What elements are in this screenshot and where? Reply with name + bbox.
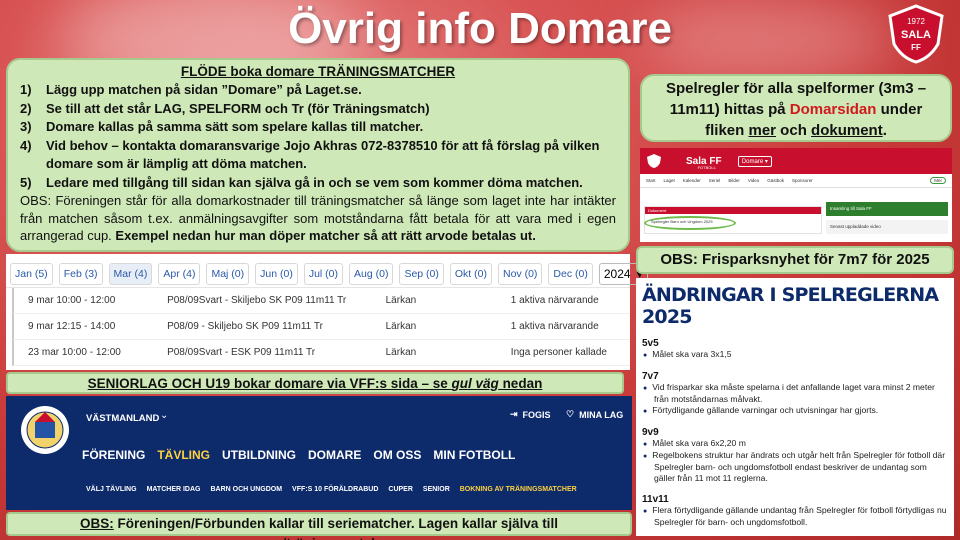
rules-note: Spelregler för alla spelformer (3m3 – 11…	[640, 74, 952, 142]
tab-mar[interactable]: Mar (4)	[108, 262, 153, 285]
vff-crest-icon	[21, 406, 69, 454]
changes-section: 11v11 Flera förtydligande gällande undan…	[642, 494, 948, 528]
tab-jul[interactable]: Jul (0)	[303, 262, 344, 285]
sub-valj-tavling[interactable]: VÄLJ TÄVLING	[86, 486, 137, 493]
flow-step: 1) Lägg upp matchen på sidan ”Domare” på …	[20, 82, 362, 97]
tab-apr[interactable]: Apr (4)	[158, 262, 201, 285]
domare-dropdown[interactable]: Domare ▾	[737, 155, 772, 167]
nav-laget[interactable]: Laget	[664, 178, 675, 183]
sala-nav: Start Laget Kalender Seriel Bilder Video…	[640, 174, 952, 188]
page-title: Övrig info Domare	[288, 4, 672, 53]
sub-bokning[interactable]: BOKNING AV TRÄNINGSMATCHER	[460, 486, 577, 493]
table-row[interactable]: 23 mar 10:00 - 12:00 P08/09Svart - ESK P…	[12, 340, 630, 366]
mer-button[interactable]: Mer	[930, 177, 946, 184]
nav-bilder[interactable]: Bilder	[728, 178, 740, 183]
rule-changes-panel: ÄNDRINGAR I SPELREGLERNA 2025 5v5 Målet …	[636, 278, 954, 536]
flow-step: 3) Domare kallas på samma sätt som spelar…	[20, 119, 424, 134]
nav-sponsorer[interactable]: Sponsorer	[792, 178, 813, 183]
nav-domare[interactable]: DOMARE	[308, 448, 361, 462]
svg-text:SALA: SALA	[901, 29, 931, 41]
nav-gastbok[interactable]: Gästbok	[767, 178, 784, 183]
tab-aug[interactable]: Aug (0)	[349, 262, 394, 285]
table-row[interactable]: 9 mar 12:15 - 14:00 P08/09 - Skiljebo SK…	[12, 314, 630, 340]
senior-note: SENIORLAG OCH U19 bokar domare via VFF:s…	[6, 372, 624, 394]
nav-min-fotboll[interactable]: MIN FOTBOLL	[433, 448, 515, 462]
tab-feb[interactable]: Feb (3)	[58, 262, 103, 285]
vff-screenshot: VÄSTMANLAND ⌄ ⇥ FOGIS ♡ MINA LAG FÖRENING …	[6, 396, 632, 510]
table-row[interactable]: 9 mar 10:00 - 12:00 P08/09Svart - Skilje…	[12, 288, 630, 314]
tab-dec[interactable]: Dec (0)	[548, 262, 593, 285]
flow-step: 2) Se till att det står LAG, SPELFORM och…	[20, 100, 430, 116]
changes-section: 9v9 Målet ska vara 6x2,20 mRegelbokens s…	[642, 427, 948, 484]
tab-nov[interactable]: Nov (0)	[497, 262, 543, 285]
sala-ff-logo: 1972 SALA FF	[888, 4, 944, 64]
heart-icon: ♡	[566, 409, 575, 419]
flow-heading: FLÖDE boka domare TRÄNINGSMATCHER	[180, 64, 456, 79]
nav-om-oss[interactable]: OM OSS	[373, 448, 421, 462]
nav-tavling[interactable]: TÄVLING	[157, 448, 210, 462]
nav-kalender[interactable]: Kalender	[683, 178, 701, 183]
nav-video[interactable]: Video	[748, 178, 759, 183]
changes-section: 5v5 Målet ska vara 3x1,5	[642, 338, 948, 361]
sub-matcher-idag[interactable]: MATCHER IDAG	[147, 486, 201, 493]
calendar-screenshot: Jan (5) Feb (3) Mar (4) Apr (4) Maj (0) …	[6, 254, 648, 370]
flow-obs: OBS: Föreningen står för alla domarkostn…	[20, 193, 616, 243]
month-tabs: Jan (5) Feb (3) Mar (4) Apr (4) Maj (0) …	[6, 254, 648, 288]
sala-ff-logo-icon	[647, 154, 661, 168]
flow-step: 5) Ledare med tillgång till sidan kan sjä…	[20, 174, 583, 190]
chevron-down-icon[interactable]: ⌄	[160, 410, 168, 421]
flow-step: 4) Vid behov – kontakta domaransvarige Jo…	[20, 137, 600, 172]
nav-seriel[interactable]: Seriel	[709, 178, 721, 183]
nav-start[interactable]: Start	[646, 178, 656, 183]
flow-panel: FLÖDE boka domare TRÄNINGSMATCHER 1) Lägg…	[6, 58, 630, 252]
obs-bottom-note: OBS: Föreningen/Förbunden kallar till se…	[6, 512, 632, 540]
fogis-link[interactable]: ⇥ FOGIS	[510, 409, 551, 420]
insamling-box[interactable]: Insamling till Sala FF	[826, 202, 948, 216]
mina-lag-link[interactable]: ♡ MINA LAG	[566, 409, 623, 420]
tab-okt[interactable]: Okt (0)	[449, 262, 492, 285]
highlight-ring	[644, 216, 736, 230]
vff-sub-nav: VÄLJ TÄVLING MATCHER IDAG BARN OCH UNGDO…	[86, 486, 577, 493]
login-icon: ⇥	[510, 409, 518, 419]
sala-ff-screenshot: Sala FF FOTBOLL Domare ▾ Start Laget Kal…	[640, 148, 952, 242]
tab-sep[interactable]: Sep (0)	[399, 262, 444, 285]
tab-jun[interactable]: Jun (0)	[255, 262, 298, 285]
nav-forening[interactable]: FÖRENING	[82, 448, 145, 462]
flow-steps: 1) Lägg upp matchen på sidan ”Domare” på …	[20, 81, 616, 192]
region-label[interactable]: VÄSTMANLAND	[86, 413, 159, 424]
changes-section: 7v7 Vid frisparkar ska måste spelarna i …	[642, 371, 948, 417]
tab-jan[interactable]: Jan (5)	[10, 262, 53, 285]
nav-utbildning[interactable]: UTBILDNING	[222, 448, 296, 462]
svg-text:1972: 1972	[907, 17, 925, 26]
tab-maj[interactable]: Maj (0)	[206, 262, 250, 285]
sub-barn-ungdom[interactable]: BARN OCH UNGDOM	[210, 486, 282, 493]
sala-header: Sala FF FOTBOLL Domare ▾	[640, 148, 952, 174]
sub-cuper[interactable]: CUPER	[388, 486, 413, 493]
obs-frispark-note: OBS: Frisparksnyhet för 7m7 för 2025	[636, 246, 954, 274]
senast-video-box[interactable]: Senast uppladdade video	[826, 220, 948, 234]
svg-text:FF: FF	[911, 43, 921, 52]
sub-senior[interactable]: SENIOR	[423, 486, 450, 493]
sub-foraldrabud[interactable]: VFF:S 10 FÖRÄLDRABUD	[292, 486, 378, 493]
vff-main-nav: FÖRENING TÄVLING UTBILDNING DOMARE OM OS…	[82, 448, 515, 462]
changes-heading: ÄNDRINGAR I SPELREGLERNA 2025	[642, 284, 939, 328]
